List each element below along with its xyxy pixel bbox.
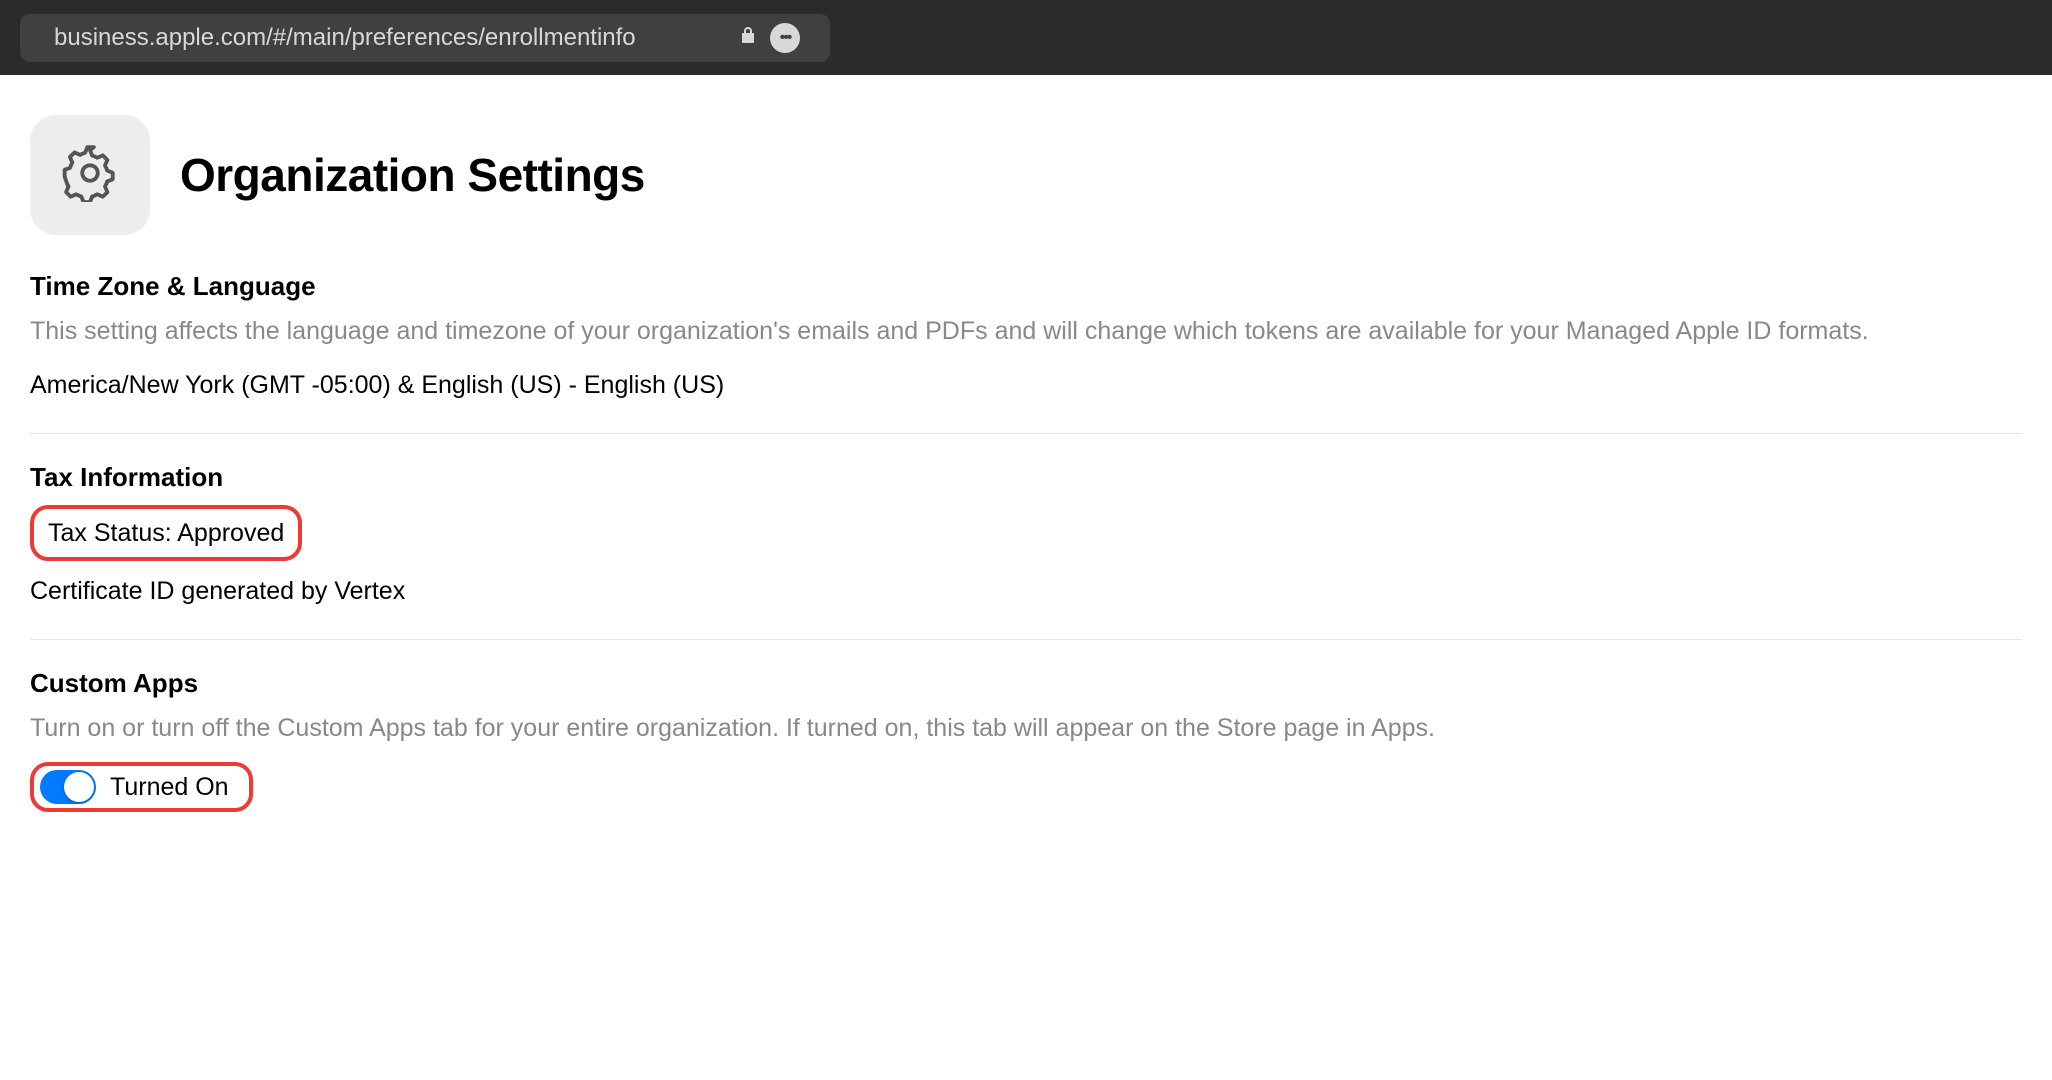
timezone-description: This setting affects the language and ti… — [30, 314, 2022, 349]
tax-information-section: Tax Information Tax Status: Approved Cer… — [30, 462, 2022, 640]
toggle-knob-icon — [64, 772, 94, 802]
ellipsis-icon: ••• — [780, 29, 791, 47]
custom-apps-toggle[interactable] — [40, 770, 96, 804]
page-header: Organization Settings — [30, 115, 2022, 235]
custom-apps-description: Turn on or turn off the Custom Apps tab … — [30, 711, 2022, 746]
timezone-language-section: Time Zone & Language This setting affect… — [30, 271, 2022, 434]
tax-heading: Tax Information — [30, 462, 2022, 493]
tax-status-value: Tax Status: Approved — [48, 519, 284, 547]
tax-certificate-value: Certificate ID generated by Vertex — [30, 571, 2022, 611]
gear-icon — [61, 144, 119, 207]
tax-status-highlight: Tax Status: Approved — [30, 505, 302, 561]
url-text: business.apple.com/#/main/preferences/en… — [54, 24, 732, 52]
timezone-value: America/New York (GMT -05:00) & English … — [30, 365, 2022, 405]
custom-apps-heading: Custom Apps — [30, 668, 2022, 699]
more-options-button[interactable]: ••• — [770, 23, 800, 53]
page-content: Organization Settings Time Zone & Langua… — [0, 75, 2052, 908]
settings-icon-box — [30, 115, 150, 235]
custom-apps-toggle-label: Turned On — [110, 773, 229, 802]
timezone-heading: Time Zone & Language — [30, 271, 2022, 302]
url-field-container[interactable]: business.apple.com/#/main/preferences/en… — [20, 14, 830, 62]
page-title: Organization Settings — [180, 148, 645, 202]
lock-icon — [740, 26, 756, 49]
custom-apps-section: Custom Apps Turn on or turn off the Cust… — [30, 668, 2022, 840]
custom-apps-toggle-highlight: Turned On — [30, 762, 253, 812]
browser-address-bar: business.apple.com/#/main/preferences/en… — [0, 0, 2052, 75]
